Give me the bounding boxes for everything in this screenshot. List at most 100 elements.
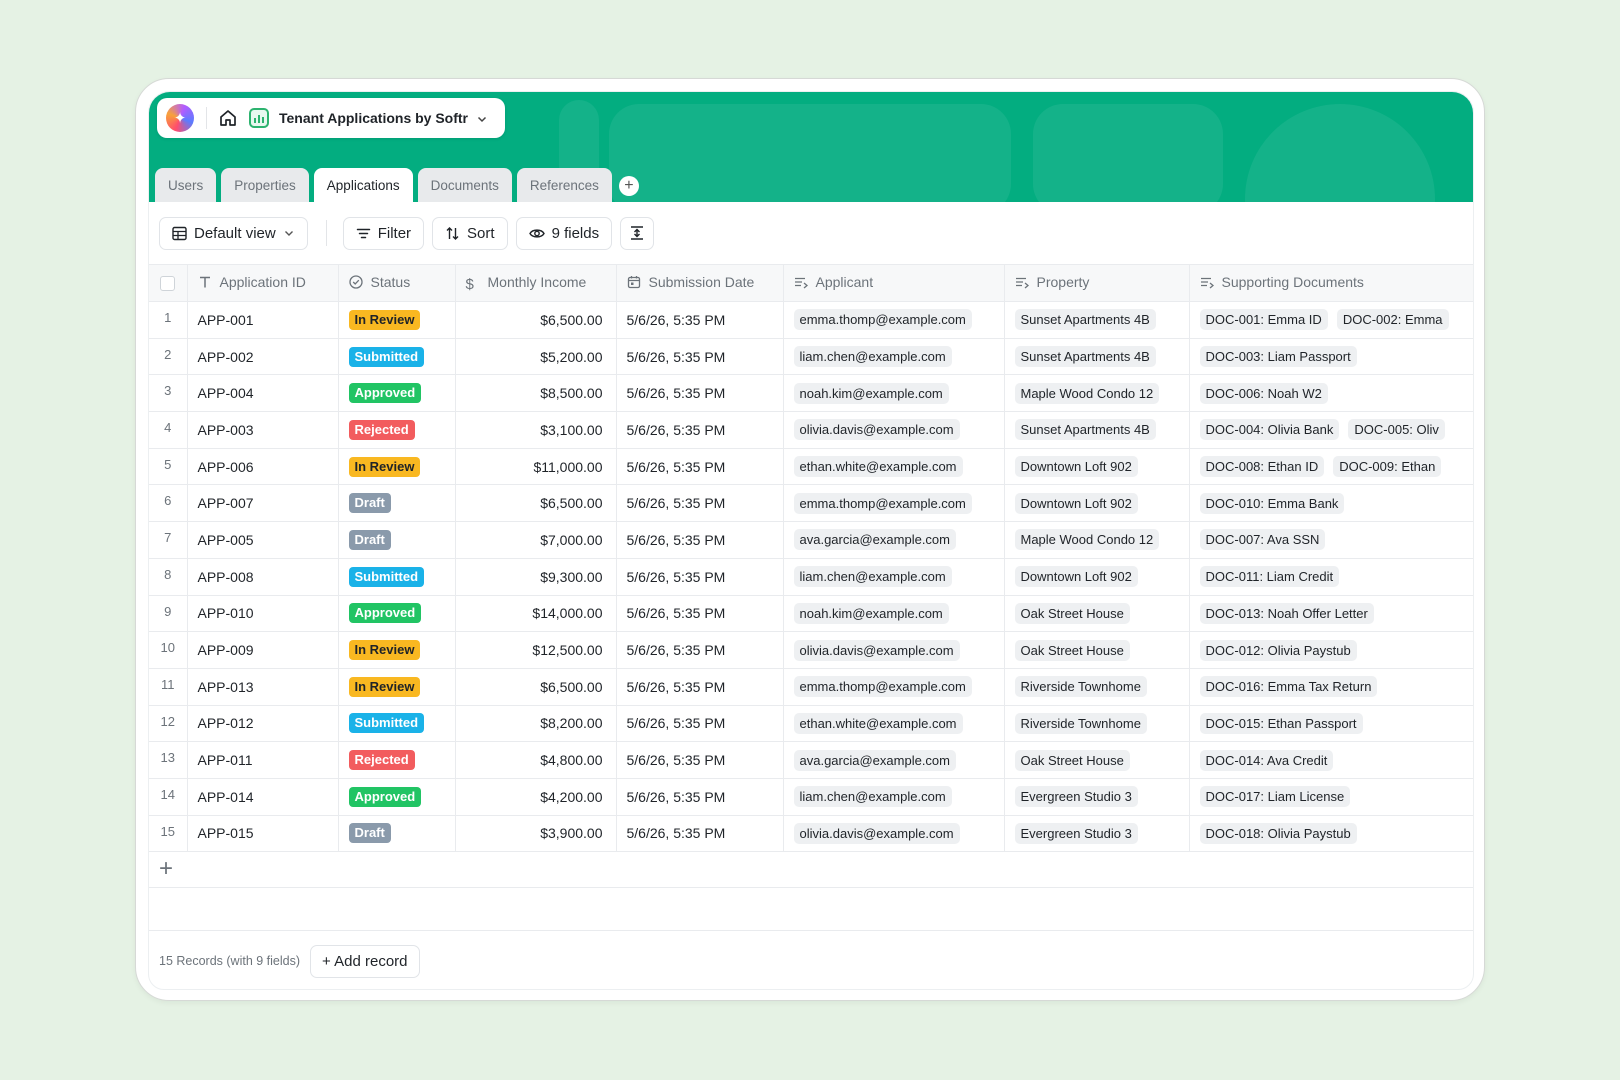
cell-property[interactable]: Sunset Apartments 4B xyxy=(1004,301,1190,339)
cell-application-id[interactable]: APP-004 xyxy=(187,374,339,413)
cell-property[interactable]: Oak Street House xyxy=(1004,631,1190,669)
cell-status[interactable]: Draft xyxy=(338,484,456,523)
linked-record-chip[interactable]: Downtown Loft 902 xyxy=(1014,566,1138,588)
column-header-monthly-income[interactable]: $ Monthly Income xyxy=(455,264,617,302)
cell-property[interactable]: Oak Street House xyxy=(1004,741,1190,779)
linked-record-chip[interactable]: DOC-010: Emma Bank xyxy=(1199,492,1345,514)
linked-record-chip[interactable]: DOC-013: Noah Offer Letter xyxy=(1199,602,1374,624)
cell-submission-date[interactable]: 5/6/26, 5:35 PM xyxy=(616,411,784,449)
linked-record-chip[interactable]: noah.kim@example.com xyxy=(793,602,949,624)
linked-record-chip[interactable]: DOC-005: Oliv xyxy=(1348,419,1445,441)
tab-applications[interactable]: Applications xyxy=(313,168,413,202)
table-row[interactable]: 11 APP-013 In Review $6,500.00 5/6/26, 5:35 … xyxy=(149,668,1473,706)
linked-record-chip[interactable]: Riverside Townhome xyxy=(1014,712,1147,734)
tab-references[interactable]: References xyxy=(516,168,612,202)
table-row[interactable]: 10 APP-009 In Review $12,500.00 5/6/26, 5:35… xyxy=(149,631,1473,669)
cell-applicant[interactable]: emma.thomp@example.com xyxy=(783,484,1005,523)
linked-record-chip[interactable]: Downtown Loft 902 xyxy=(1014,456,1138,478)
cell-submission-date[interactable]: 5/6/26, 5:35 PM xyxy=(616,741,784,779)
linked-record-chip[interactable]: DOC-003: Liam Passport xyxy=(1199,346,1357,368)
cell-monthly-income[interactable]: $4,200.00 xyxy=(455,778,617,816)
linked-record-chip[interactable]: DOC-006: Noah W2 xyxy=(1199,382,1328,404)
table-row[interactable]: 13 APP-011 Rejected $4,800.00 5/6/26, 5:35 P… xyxy=(149,741,1473,779)
cell-monthly-income[interactable]: $3,100.00 xyxy=(455,411,617,449)
cell-submission-date[interactable]: 5/6/26, 5:35 PM xyxy=(616,484,784,523)
app-title-card[interactable]: ✦ Tenant Applications by Softr xyxy=(157,98,505,138)
cell-application-id[interactable]: APP-007 xyxy=(187,484,339,523)
table-row[interactable]: 8 APP-008 Submitted $9,300.00 5/6/26, 5:35 P… xyxy=(149,558,1473,596)
table-row[interactable]: 5 APP-006 In Review $11,000.00 5/6/26, 5:35 … xyxy=(149,448,1473,486)
cell-monthly-income[interactable]: $14,000.00 xyxy=(455,595,617,633)
cell-supporting-documents[interactable]: DOC-015: Ethan Passport xyxy=(1189,705,1473,743)
column-header-supporting-documents[interactable]: Supporting Documents xyxy=(1189,264,1473,302)
cell-property[interactable]: Riverside Townhome xyxy=(1004,668,1190,706)
cell-status[interactable]: Approved xyxy=(338,374,456,413)
linked-record-chip[interactable]: Sunset Apartments 4B xyxy=(1014,346,1156,368)
cell-application-id[interactable]: APP-015 xyxy=(187,815,339,853)
cell-property[interactable]: Downtown Loft 902 xyxy=(1004,448,1190,486)
linked-record-chip[interactable]: DOC-012: Olivia Paystub xyxy=(1199,639,1357,661)
cell-monthly-income[interactable]: $4,800.00 xyxy=(455,741,617,779)
filter-button[interactable]: Filter xyxy=(342,216,425,250)
softr-logo-icon[interactable]: ✦ xyxy=(166,104,194,132)
cell-monthly-income[interactable]: $7,000.00 xyxy=(455,521,617,559)
linked-record-chip[interactable]: noah.kim@example.com xyxy=(793,382,949,404)
cell-status[interactable]: Submitted xyxy=(338,705,456,743)
cell-submission-date[interactable]: 5/6/26, 5:35 PM xyxy=(616,448,784,486)
column-header-submission-date[interactable]: Submission Date xyxy=(616,264,784,302)
fields-button[interactable]: 9 fields xyxy=(515,216,613,250)
cell-property[interactable]: Downtown Loft 902 xyxy=(1004,558,1190,596)
tab-users[interactable]: Users xyxy=(155,168,217,202)
cell-status[interactable]: In Review xyxy=(338,631,456,669)
cell-status[interactable]: In Review xyxy=(338,668,456,706)
chevron-down-icon[interactable] xyxy=(476,112,488,124)
linked-record-chip[interactable]: olivia.davis@example.com xyxy=(793,822,960,844)
linked-record-chip[interactable]: Sunset Apartments 4B xyxy=(1014,419,1156,441)
cell-application-id[interactable]: APP-006 xyxy=(187,448,339,486)
cell-application-id[interactable]: APP-002 xyxy=(187,338,339,376)
cell-applicant[interactable]: ethan.white@example.com xyxy=(783,448,1005,486)
select-all-checkbox[interactable] xyxy=(149,264,188,302)
sort-button[interactable]: Sort xyxy=(432,216,508,250)
cell-applicant[interactable]: noah.kim@example.com xyxy=(783,374,1005,413)
cell-status[interactable]: Submitted xyxy=(338,558,456,596)
cell-applicant[interactable]: emma.thomp@example.com xyxy=(783,668,1005,706)
cell-monthly-income[interactable]: $5,200.00 xyxy=(455,338,617,376)
linked-record-chip[interactable]: Evergreen Studio 3 xyxy=(1014,786,1138,808)
cell-application-id[interactable]: APP-014 xyxy=(187,778,339,816)
cell-monthly-income[interactable]: $8,500.00 xyxy=(455,374,617,413)
cell-supporting-documents[interactable]: DOC-014: Ava Credit xyxy=(1189,741,1473,779)
tab-documents[interactable]: Documents xyxy=(417,168,512,202)
cell-supporting-documents[interactable]: DOC-001: Emma ID DOC-002: Emma xyxy=(1189,301,1473,339)
linked-record-chip[interactable]: olivia.davis@example.com xyxy=(793,639,960,661)
table-row[interactable]: 4 APP-003 Rejected $3,100.00 5/6/26, 5:35 PM… xyxy=(149,411,1473,449)
cell-submission-date[interactable]: 5/6/26, 5:35 PM xyxy=(616,778,784,816)
row-height-button[interactable] xyxy=(620,216,655,250)
cell-application-id[interactable]: APP-005 xyxy=(187,521,339,559)
cell-applicant[interactable]: olivia.davis@example.com xyxy=(783,815,1005,853)
cell-status[interactable]: Draft xyxy=(338,815,456,853)
app-title[interactable]: Tenant Applications by Softr xyxy=(279,110,468,126)
cell-status[interactable]: Rejected xyxy=(338,411,456,449)
cell-supporting-documents[interactable]: DOC-010: Emma Bank xyxy=(1189,484,1473,523)
cell-submission-date[interactable]: 5/6/26, 5:35 PM xyxy=(616,815,784,853)
cell-submission-date[interactable]: 5/6/26, 5:35 PM xyxy=(616,595,784,633)
cell-property[interactable]: Maple Wood Condo 12 xyxy=(1004,521,1190,559)
cell-application-id[interactable]: APP-013 xyxy=(187,668,339,706)
linked-record-chip[interactable]: DOC-009: Ethan xyxy=(1333,456,1442,478)
cell-application-id[interactable]: APP-009 xyxy=(187,631,339,669)
linked-record-chip[interactable]: Maple Wood Condo 12 xyxy=(1014,529,1160,551)
cell-monthly-income[interactable]: $11,000.00 xyxy=(455,448,617,486)
table-row[interactable]: 15 APP-015 Draft $3,900.00 5/6/26, 5:35 PM ol… xyxy=(149,815,1473,853)
linked-record-chip[interactable]: Oak Street House xyxy=(1014,639,1130,661)
cell-supporting-documents[interactable]: DOC-016: Emma Tax Return xyxy=(1189,668,1473,706)
cell-status[interactable]: Approved xyxy=(338,595,456,633)
cell-status[interactable]: In Review xyxy=(338,301,456,339)
cell-applicant[interactable]: liam.chen@example.com xyxy=(783,778,1005,816)
cell-applicant[interactable]: emma.thomp@example.com xyxy=(783,301,1005,339)
cell-monthly-income[interactable]: $8,200.00 xyxy=(455,705,617,743)
linked-record-chip[interactable]: DOC-015: Ethan Passport xyxy=(1199,712,1363,734)
cell-property[interactable]: Evergreen Studio 3 xyxy=(1004,815,1190,853)
cell-applicant[interactable]: olivia.davis@example.com xyxy=(783,631,1005,669)
linked-record-chip[interactable]: liam.chen@example.com xyxy=(793,566,952,588)
